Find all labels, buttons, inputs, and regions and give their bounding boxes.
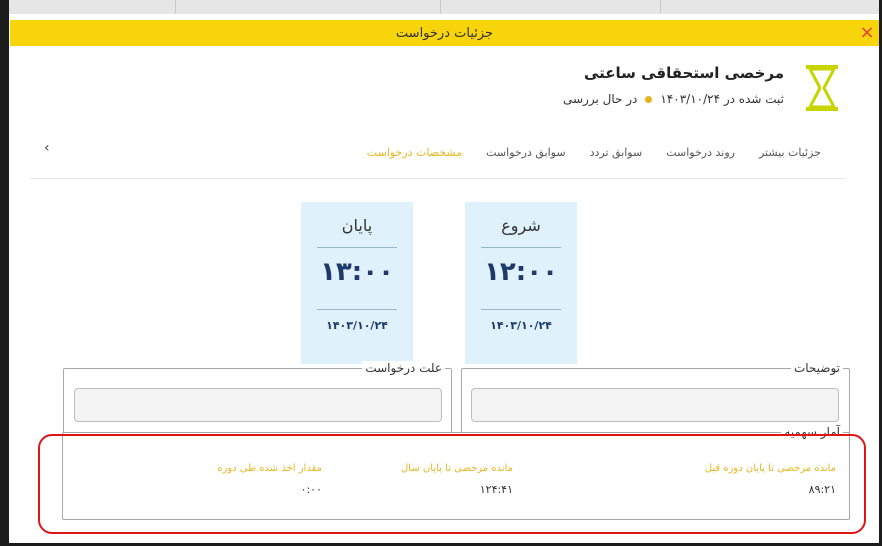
divider bbox=[317, 247, 397, 248]
request-meta: ثبت شده در ۱۴۰۳/۱۰/۲۴ در حال بررسی bbox=[563, 92, 784, 106]
divider bbox=[481, 247, 561, 248]
close-icon[interactable]: × bbox=[859, 20, 875, 46]
end-time-card: پایان ۱۳:۰۰ ۱۴۰۳/۱۰/۲۴ bbox=[301, 202, 413, 364]
hourglass-icon bbox=[806, 65, 838, 111]
status-text: در حال بررسی bbox=[563, 92, 638, 106]
request-header: مرخصی استحقاقی ساعتی ثبت شده در ۱۴۰۳/۱۰/… bbox=[439, 58, 839, 118]
quota-year-end-value: ۱۲۴:۴۱ bbox=[479, 483, 513, 496]
end-date: ۱۴۰۳/۱۰/۲۴ bbox=[326, 319, 388, 332]
description-field[interactable] bbox=[471, 388, 839, 422]
request-details-modal: جزئیات درخواست × مرخصی استحقاقی ساعتی ثب… bbox=[10, 20, 879, 543]
tab-request-history[interactable]: سوابق درخواست bbox=[486, 146, 565, 159]
status-dot-icon bbox=[645, 96, 653, 103]
modal-titlebar: جزئیات درخواست × bbox=[10, 20, 879, 46]
tabs-scroll-left-icon[interactable]: ‹ bbox=[44, 140, 50, 156]
window-frame-left bbox=[0, 0, 9, 546]
modal-title: جزئیات درخواست bbox=[395, 25, 494, 41]
end-time: ۱۳:۰۰ bbox=[320, 257, 394, 287]
quota-prev-period-value: ۸۹:۲۱ bbox=[808, 483, 836, 496]
end-label: پایان bbox=[341, 216, 373, 235]
tab-request-specs[interactable]: مشخصات درخواست bbox=[367, 146, 462, 159]
tab-attendance-history[interactable]: سوابق تردد bbox=[590, 146, 643, 159]
start-time-card: شروع ۱۲:۰۰ ۱۴۰۳/۱۰/۲۴ bbox=[465, 202, 577, 364]
quota-used-label: مقدار اخذ شده طی دوره bbox=[217, 463, 322, 474]
quota-year-end-label: مانده مرخصی تا پایان سال bbox=[401, 463, 513, 474]
request-title: مرخصی استحقاقی ساعتی bbox=[583, 64, 784, 82]
quota-stats-body: مانده مرخصی تا پایان دوره قبل ۸۹:۲۱ ماند… bbox=[63, 433, 848, 518]
start-label: شروع bbox=[501, 216, 541, 235]
description-label: توضیحات bbox=[790, 361, 843, 375]
quota-used-value: ۰:۰۰ bbox=[300, 483, 322, 496]
start-date: ۱۴۰۳/۱۰/۲۴ bbox=[490, 319, 552, 332]
start-time: ۱۲:۰۰ bbox=[484, 257, 558, 287]
tabs-bar: مشخصات درخواست سوابق درخواست سوابق تردد … bbox=[343, 146, 821, 159]
background-window-strip bbox=[0, 0, 882, 14]
quota-prev-period-label: مانده مرخصی تا پایان دوره قبل bbox=[704, 463, 836, 474]
tabs-divider bbox=[30, 178, 846, 179]
registered-date: ثبت شده در ۱۴۰۳/۱۰/۲۴ bbox=[660, 92, 784, 106]
reason-label: علت درخواست bbox=[362, 361, 445, 375]
reason-field[interactable] bbox=[74, 388, 442, 422]
tab-more-details[interactable]: جزئیات بیشتر bbox=[759, 146, 821, 159]
divider bbox=[481, 309, 561, 310]
divider bbox=[317, 309, 397, 310]
tab-request-flow[interactable]: روند درخواست bbox=[666, 146, 735, 159]
